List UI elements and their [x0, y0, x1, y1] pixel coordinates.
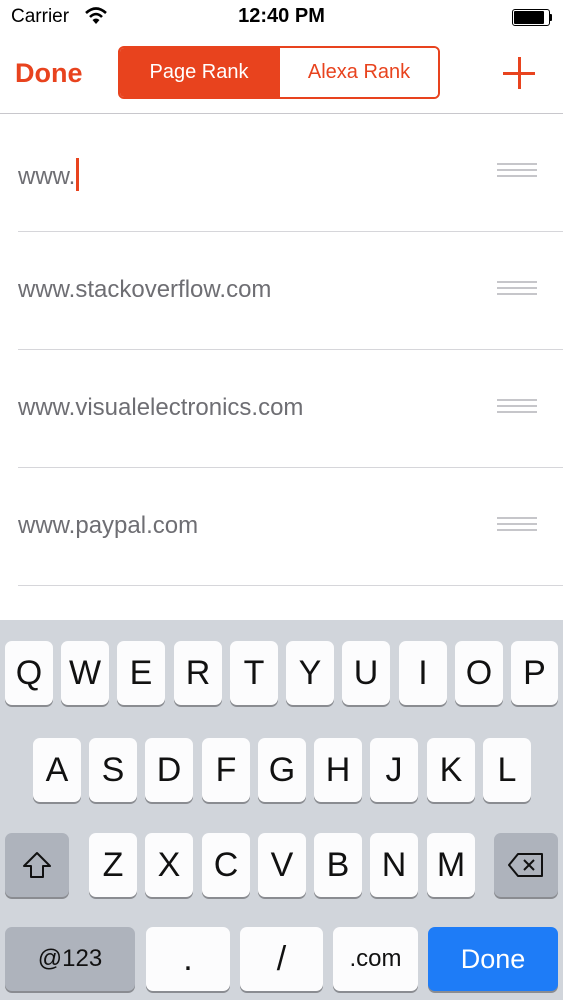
key-h[interactable]: H — [314, 738, 362, 802]
key-v[interactable]: V — [258, 833, 306, 897]
key-q[interactable]: Q — [5, 641, 53, 705]
reorder-handle-icon[interactable] — [497, 398, 537, 414]
key-x[interactable]: X — [145, 833, 193, 897]
key-j[interactable]: J — [370, 738, 418, 802]
reorder-handle-icon[interactable] — [497, 516, 537, 532]
numbers-key[interactable]: @123 — [5, 927, 135, 991]
slash-key[interactable]: / — [240, 927, 323, 991]
url-label: www.visualelectronics.com — [18, 394, 304, 421]
key-b[interactable]: B — [314, 833, 362, 897]
key-u[interactable]: U — [342, 641, 390, 705]
key-d[interactable]: D — [145, 738, 193, 802]
shift-key[interactable] — [5, 833, 69, 897]
key-n[interactable]: N — [370, 833, 418, 897]
delete-key[interactable] — [494, 833, 558, 897]
plus-icon[interactable] — [503, 57, 535, 89]
key-k[interactable]: K — [427, 738, 475, 802]
list-item[interactable]: www.paypal.com — [18, 468, 563, 586]
text-caret — [76, 158, 80, 191]
key-r[interactable]: R — [174, 641, 222, 705]
key-s[interactable]: S — [89, 738, 137, 802]
url-text-field[interactable]: www. — [18, 158, 80, 191]
key-g[interactable]: G — [258, 738, 306, 802]
key-m[interactable]: M — [427, 833, 475, 897]
key-p[interactable]: P — [511, 641, 558, 705]
key-l[interactable]: L — [483, 738, 531, 802]
list-item[interactable]: www. — [18, 114, 563, 232]
key-w[interactable]: W — [61, 641, 109, 705]
key-e[interactable]: E — [117, 641, 165, 705]
navigation-bar: Done Page Rank Alexa Rank — [0, 38, 563, 114]
key-f[interactable]: F — [202, 738, 250, 802]
done-key[interactable]: Done — [428, 927, 558, 991]
key-c[interactable]: C — [202, 833, 250, 897]
key-y[interactable]: Y — [286, 641, 334, 705]
keyboard: Q W E R T Y U I O P A S D F G H J K L Z … — [0, 620, 563, 1000]
period-key[interactable]: . — [146, 927, 230, 991]
url-list: www. www.stackoverflow.com www.visualele… — [0, 114, 563, 586]
key-t[interactable]: T — [230, 641, 278, 705]
clock: 12:40 PM — [238, 5, 325, 27]
list-item[interactable]: www.visualelectronics.com — [18, 350, 563, 468]
key-i[interactable]: I — [399, 641, 447, 705]
dotcom-key[interactable]: .com — [333, 927, 418, 991]
rank-segmented-control: Page Rank Alexa Rank — [118, 46, 440, 99]
key-o[interactable]: O — [455, 641, 503, 705]
reorder-handle-icon[interactable] — [497, 162, 537, 178]
reorder-handle-icon[interactable] — [497, 280, 537, 296]
key-z[interactable]: Z — [89, 833, 137, 897]
url-label: www.paypal.com — [18, 512, 199, 539]
delete-icon — [508, 853, 543, 877]
url-label: www.stackoverflow.com — [18, 276, 272, 303]
segment-page-rank[interactable]: Page Rank — [120, 48, 278, 97]
key-a[interactable]: A — [33, 738, 81, 802]
status-bar: Carrier 12:40 PM — [0, 0, 563, 38]
segment-alexa-rank[interactable]: Alexa Rank — [278, 48, 438, 97]
shift-icon — [23, 852, 51, 878]
done-button[interactable]: Done — [15, 58, 83, 89]
battery-icon — [512, 9, 552, 26]
list-item[interactable]: www.stackoverflow.com — [18, 232, 563, 350]
